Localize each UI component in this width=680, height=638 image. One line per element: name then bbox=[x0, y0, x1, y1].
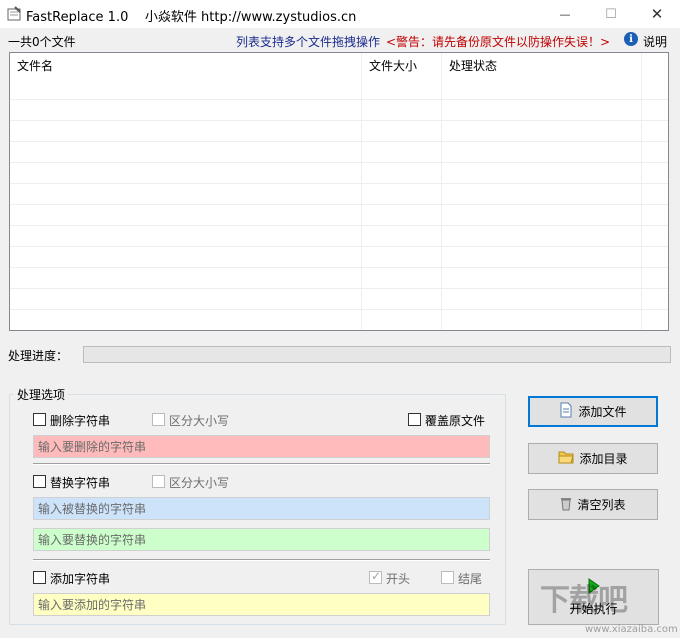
add-string-checkbox[interactable] bbox=[33, 571, 46, 584]
maximize-button[interactable]: ☐ bbox=[588, 0, 634, 28]
replace-string-label[interactable]: 替换字符串 bbox=[50, 474, 110, 491]
window-title: FastReplace 1.0 小焱软件 http://www.zystudio… bbox=[26, 10, 357, 25]
add-string-input[interactable] bbox=[33, 593, 490, 616]
help-link[interactable]: 说明 bbox=[643, 33, 667, 50]
grid-line bbox=[10, 225, 668, 226]
prepend-label[interactable]: 开头 bbox=[386, 570, 410, 587]
column-header-filesize[interactable]: 文件大小 bbox=[362, 53, 442, 79]
separator bbox=[33, 559, 490, 561]
overwrite-original-checkbox[interactable] bbox=[408, 413, 421, 426]
file-list[interactable]: 文件名 文件大小 处理状态 bbox=[9, 52, 669, 331]
grid-line bbox=[10, 267, 668, 268]
backup-warning-label: <警告：请先备份原文件以防操作失误！> bbox=[386, 35, 611, 49]
add-file-label: 添加文件 bbox=[578, 405, 627, 419]
file-count-label: 一共0个文件 bbox=[8, 35, 76, 49]
separator bbox=[33, 463, 490, 465]
grid-line bbox=[10, 309, 668, 310]
column-header-filename[interactable]: 文件名 bbox=[10, 53, 362, 79]
drag-tip-label: 列表支持多个文件拖拽操作 bbox=[236, 35, 381, 49]
replacement-string-input[interactable] bbox=[33, 528, 490, 551]
grid-line bbox=[10, 246, 668, 247]
add-folder-label: 添加目录 bbox=[579, 452, 628, 466]
watermark-logo: 下载吧 bbox=[540, 583, 628, 618]
trash-icon bbox=[560, 496, 572, 514]
delete-string-input[interactable] bbox=[33, 435, 490, 458]
replace-case-sensitive-checkbox[interactable] bbox=[152, 475, 165, 488]
delete-string-checkbox[interactable] bbox=[33, 413, 46, 426]
column-header-status[interactable]: 处理状态 bbox=[442, 53, 642, 79]
grid-line bbox=[10, 204, 668, 205]
grid-line bbox=[10, 120, 668, 121]
add-file-button[interactable]: 添加文件 bbox=[528, 396, 658, 427]
watermark-url: www.xiazaiba.com bbox=[585, 624, 678, 635]
replace-case-sensitive-label[interactable]: 区分大小写 bbox=[169, 474, 229, 491]
grid-line bbox=[10, 162, 668, 163]
delete-case-sensitive-label[interactable]: 区分大小写 bbox=[169, 412, 229, 429]
minimize-button[interactable]: — bbox=[542, 0, 588, 28]
grid-line bbox=[10, 183, 668, 184]
add-string-label[interactable]: 添加字符串 bbox=[50, 570, 110, 587]
overwrite-original-label[interactable]: 覆盖原文件 bbox=[425, 412, 485, 429]
add-folder-button[interactable]: 添加目录 bbox=[528, 443, 658, 474]
progress-label: 处理进度： bbox=[8, 349, 69, 363]
find-string-input[interactable] bbox=[33, 497, 490, 520]
folder-icon bbox=[558, 450, 575, 467]
replace-string-checkbox[interactable] bbox=[33, 475, 46, 488]
delete-case-sensitive-checkbox[interactable] bbox=[152, 413, 165, 426]
append-checkbox[interactable] bbox=[441, 571, 454, 584]
prepend-checkbox[interactable] bbox=[369, 569, 382, 584]
column-divider bbox=[641, 53, 642, 330]
grid-line bbox=[10, 288, 668, 289]
delete-string-label[interactable]: 删除字符串 bbox=[50, 412, 110, 429]
app-icon bbox=[6, 6, 22, 22]
close-button[interactable]: ✕ bbox=[634, 0, 680, 28]
column-divider bbox=[361, 53, 362, 330]
clear-list-label: 清空列表 bbox=[577, 498, 626, 512]
append-label[interactable]: 结尾 bbox=[458, 570, 482, 587]
column-divider bbox=[441, 53, 442, 330]
options-group-title: 处理选项 bbox=[14, 386, 69, 403]
info-icon[interactable]: i bbox=[624, 32, 638, 46]
clear-list-button[interactable]: 清空列表 bbox=[528, 489, 658, 520]
grid-line bbox=[10, 99, 668, 100]
progress-bar bbox=[83, 346, 671, 363]
grid-line bbox=[10, 141, 668, 142]
file-icon bbox=[559, 402, 573, 421]
